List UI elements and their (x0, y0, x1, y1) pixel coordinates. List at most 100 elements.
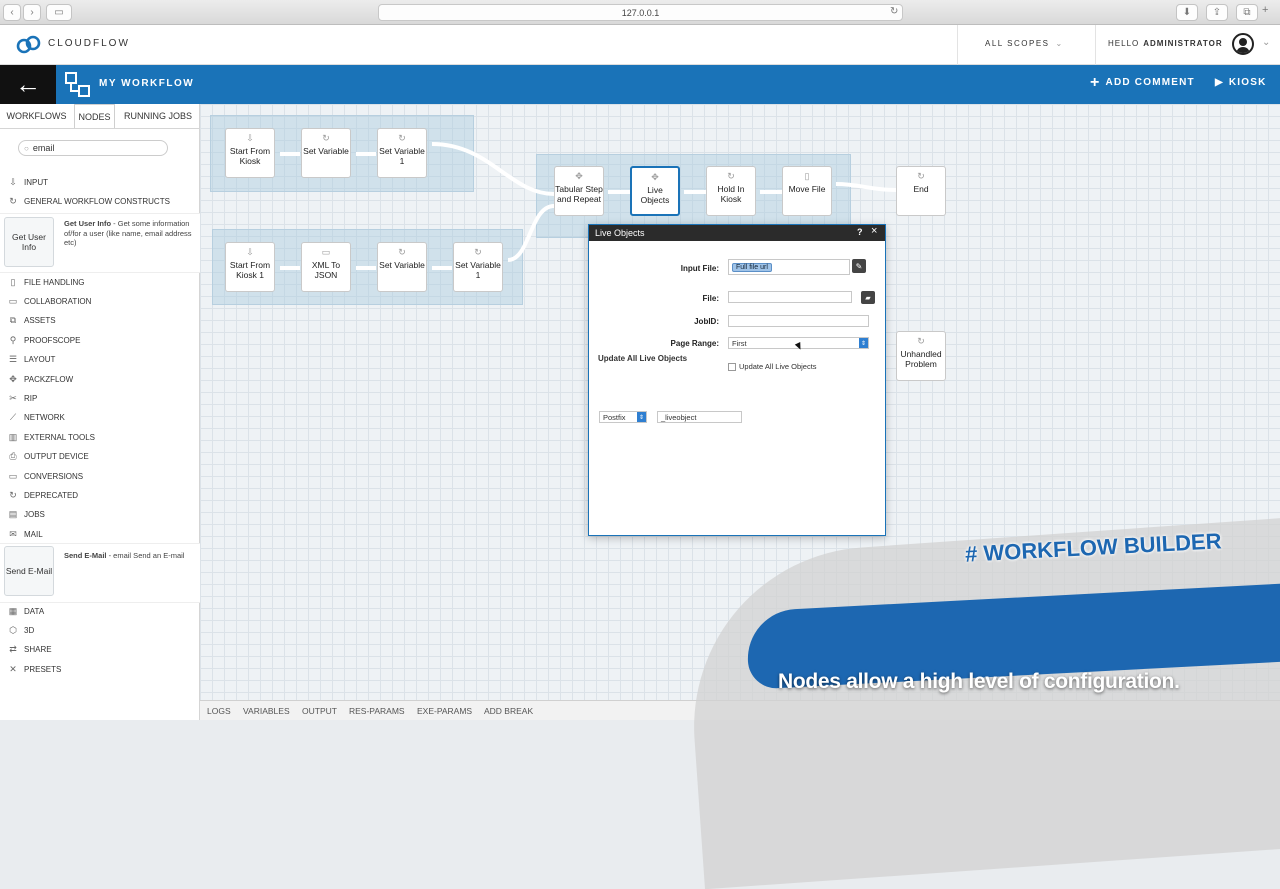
add-comment-button[interactable]: + ADD COMMENT (1090, 74, 1195, 90)
checkbox-icon[interactable] (728, 362, 736, 371)
checkbox-label: Update All Live Objects (739, 362, 817, 371)
update-checkbox[interactable]: Update All Live Objects (728, 362, 817, 371)
category-label: GENERAL WORKFLOW CONSTRUCTS (24, 196, 170, 206)
help-icon[interactable]: ? (857, 227, 863, 237)
category-deprecated[interactable]: ↻ DEPRECATED (8, 488, 78, 502)
back-arrow-icon[interactable]: ← (0, 65, 56, 104)
data-icon: ▦ (8, 605, 18, 616)
node-start-from-kiosk[interactable]: ⇩ Start From Kiosk (225, 128, 275, 178)
category-rip[interactable]: ✂ RIP (8, 391, 37, 405)
variable-chip[interactable]: Full file url (732, 262, 772, 272)
category-assets[interactable]: ⧉ ASSETS (8, 314, 56, 328)
tabs-icon[interactable]: ⧉ (1236, 4, 1258, 21)
sidebar: WORKFLOWS NODES RUNNING JOBS ○ email ⇩ INP… (0, 104, 200, 720)
category-layout[interactable]: ☰ LAYOUT (8, 353, 55, 367)
category-label: INPUT (24, 177, 48, 187)
node-unhandled-problem[interactable]: ↻ Unhandled Problem (896, 331, 946, 381)
kiosk-button[interactable]: ▶ KIOSK (1215, 77, 1267, 88)
folder-icon[interactable]: ▰ (861, 291, 875, 304)
cycle-icon: ↻ (9, 195, 17, 206)
play-icon: ▶ (1215, 77, 1224, 88)
category-label: OUTPUT DEVICE (24, 452, 89, 462)
avatar[interactable] (1232, 33, 1254, 55)
category-proofscope[interactable]: ⚲ PROOFSCOPE (8, 333, 81, 347)
reload-icon[interactable]: ↻ (890, 6, 898, 17)
category-packzflow[interactable]: ✥ PACKZFLOW (8, 372, 73, 386)
forward-nav-icon[interactable]: › (23, 4, 41, 21)
tools-icon: ▥ (8, 431, 18, 442)
search-value: email (32, 143, 55, 153)
node-set-variable-1b[interactable]: ↻ Set Variable 1 (453, 242, 503, 292)
category-label: LAYOUT (24, 355, 56, 365)
category-conversions[interactable]: ▭ CONVERSIONS (8, 469, 83, 483)
presets-icon: ✕ (9, 663, 17, 674)
palette-node-send-email[interactable]: Send E-Mail (4, 546, 54, 596)
category-network[interactable]: ⟋ NETWORK (8, 411, 65, 425)
node-live-objects[interactable]: ✥ Live Objects (630, 166, 680, 216)
category-input[interactable]: ⇩ INPUT (8, 175, 48, 189)
divider (957, 25, 958, 65)
category-output-device[interactable]: ⎙ OUTPUT DEVICE (8, 450, 89, 464)
category-3d[interactable]: ⬡ 3D (8, 623, 34, 637)
tab-nodes[interactable]: NODES (74, 104, 115, 128)
node-set-variable-b[interactable]: ↻ Set Variable (377, 242, 427, 292)
category-file-handling[interactable]: ▯ FILE HANDLING (8, 275, 85, 289)
node-label: End (913, 184, 929, 194)
node-start-from-kiosk-1[interactable]: ⇩ Start From Kiosk 1 (225, 242, 275, 292)
category-mail[interactable]: ✉ MAIL (8, 527, 42, 541)
greeting-label: HELLO (1108, 39, 1140, 48)
node-hold-in-kiosk[interactable]: ↻ Hold In Kiosk (706, 166, 756, 216)
node-move-file[interactable]: ▯ Move File (782, 166, 832, 216)
category-share[interactable]: ⇄ SHARE (8, 643, 51, 657)
input-icon: ⇩ (9, 176, 17, 187)
node-label: Move File (788, 184, 826, 194)
category-external-tools[interactable]: ▥ EXTERNAL TOOLS (8, 430, 95, 444)
postfix-input[interactable]: _liveobject (657, 411, 742, 423)
url-bar[interactable]: 127.0.0.1 (378, 4, 903, 21)
tab-logs[interactable]: LOGS (207, 701, 231, 721)
node-label: Set Variable 1 (379, 146, 425, 166)
tab-res-params[interactable]: RES-PARAMS (349, 701, 405, 721)
node-tabular-step-repeat[interactable]: ✥ Tabular Step and Repeat (554, 166, 604, 216)
category-data[interactable]: ▦ DATA (8, 604, 44, 618)
share-icon[interactable]: ⇪ (1206, 4, 1228, 21)
node-end[interactable]: ↻ End (896, 166, 946, 216)
category-general-workflow[interactable]: ↻ GENERAL WORKFLOW CONSTRUCTS (8, 194, 170, 208)
palette-node-get-user-info[interactable]: Get User Info (4, 217, 54, 267)
palette-node-description: Get User Info - Get some information of/… (64, 219, 199, 248)
node-xml-to-json[interactable]: ▭ XML To JSON (301, 242, 351, 292)
input-file-field[interactable]: Full file url (728, 259, 850, 275)
chevron-down-icon[interactable]: ⌄ (1262, 37, 1270, 48)
postfix-select[interactable]: Postfix ⇕ (599, 411, 647, 423)
download-icon[interactable]: ⬇ (1176, 4, 1198, 21)
cycle-icon: ↻ (917, 336, 925, 346)
node-label: Set Variable (379, 260, 425, 270)
network-icon: ⟋ (9, 412, 17, 423)
back-nav-icon[interactable]: ‹ (3, 4, 21, 21)
add-tab-icon[interactable]: + (1262, 4, 1268, 16)
file-icon: ▯ (804, 171, 810, 181)
tab-add-break[interactable]: ADD BREAK (484, 701, 533, 721)
file-field[interactable] (728, 291, 852, 303)
node-label: Tabular Step and Repeat (555, 184, 603, 204)
proofscope-icon: ⚲ (9, 334, 17, 345)
tab-running-jobs[interactable]: RUNNING JOBS (116, 104, 200, 128)
jobid-field[interactable] (728, 315, 869, 327)
tab-exe-params[interactable]: EXE-PARAMS (417, 701, 472, 721)
category-presets[interactable]: ✕ PRESETS (8, 662, 61, 676)
sidebar-toggle-icon[interactable]: ▭ (46, 4, 72, 21)
scope-selector[interactable]: ALL SCOPES ⌄ (985, 39, 1064, 48)
category-label: 3D (24, 625, 35, 635)
search-input[interactable]: ○ email (18, 140, 168, 156)
node-set-variable-1[interactable]: ↻ Set Variable 1 (377, 128, 427, 178)
category-collaboration[interactable]: ▭ COLLABORATION (8, 294, 92, 308)
tab-output[interactable]: OUTPUT (302, 701, 337, 721)
category-jobs[interactable]: ▤ JOBS (8, 508, 45, 522)
close-icon[interactable]: × (871, 225, 877, 237)
app-header: CLOUDFLOW ALL SCOPES ⌄ HELLO ADMINISTRAT… (0, 25, 1280, 65)
node-set-variable[interactable]: ↻ Set Variable (301, 128, 351, 178)
tab-workflows[interactable]: WORKFLOWS (0, 104, 73, 128)
node-label: XML To JSON (311, 260, 341, 280)
tab-variables[interactable]: VARIABLES (243, 701, 290, 721)
edit-icon[interactable]: ✎ (852, 259, 866, 273)
